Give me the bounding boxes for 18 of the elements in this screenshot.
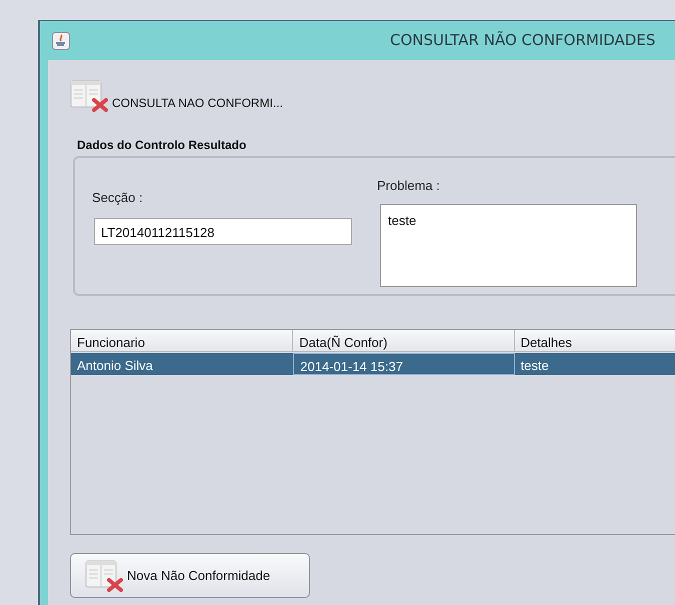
column-header[interactable]: Data(Ñ Confor) [293,330,515,352]
header-label: CONSULTA NAO CONFORMI... [112,95,283,112]
table-delete-icon [85,560,125,592]
column-header[interactable]: Detalhes [514,330,675,352]
field-label: Secção : [92,189,144,207]
table-delete-icon [70,80,110,112]
new-button[interactable]: Nova Não Conformidade [70,553,310,598]
table-row[interactable]: Antonio Silva 2014-01-14 15:37 teste [71,353,675,375]
java-icon [52,32,70,50]
table-cell-text: Antonio Silva [76,357,154,375]
text-area[interactable]: teste [380,204,637,286]
column-header[interactable]: Funcionario [71,330,294,352]
field-label: Problema : [377,177,441,195]
input-field[interactable]: LT20140112115128 [94,218,352,244]
table-cell: 2014-01-14 15:37 [293,353,515,375]
group-title: Dados do Controlo Resultado [77,137,248,154]
window-title: CONSULTAR NÃO CONFORMIDADES [390,30,656,52]
table-cell-text: teste [520,357,550,375]
